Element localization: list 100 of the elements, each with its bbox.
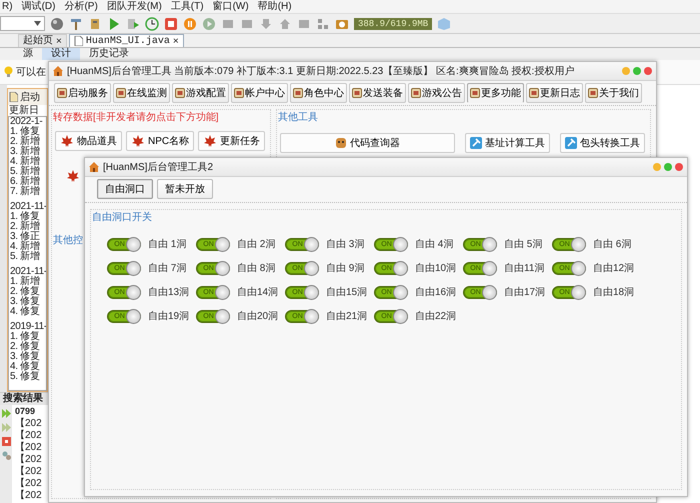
grid-icon[interactable] bbox=[316, 16, 330, 30]
result-line: 【202 bbox=[15, 454, 42, 465]
switch-label: 自由 6洞 bbox=[593, 238, 632, 251]
maximize-icon[interactable] bbox=[664, 163, 672, 171]
configuration-dropdown[interactable] bbox=[0, 16, 45, 31]
maple-leaf-icon bbox=[131, 134, 145, 148]
menu-item[interactable]: R) bbox=[2, 0, 13, 12]
menu-item[interactable]: 调试(D) bbox=[22, 0, 56, 12]
result-line: 【202 bbox=[15, 442, 42, 453]
switch-label: 自由16洞 bbox=[415, 286, 456, 299]
sphere-icon[interactable] bbox=[50, 16, 64, 30]
stop-icon[interactable] bbox=[164, 16, 178, 30]
view-tab[interactable]: 历史记录 bbox=[80, 48, 138, 60]
result-heading: 0799 bbox=[15, 405, 36, 417]
minimize-icon[interactable] bbox=[653, 163, 661, 171]
tool-button[interactable]: NPC名称 bbox=[126, 131, 194, 151]
maximize-icon[interactable] bbox=[633, 67, 641, 75]
group-title: 转存数据[非开发者请勿点击下方功能] bbox=[52, 110, 220, 125]
stop-icon[interactable] bbox=[2, 437, 10, 446]
panel-subtitle: 更新日 bbox=[8, 105, 40, 116]
switch-label: 自由 4洞 bbox=[415, 238, 454, 251]
result-line: 【202 bbox=[15, 490, 42, 501]
view-tab[interactable]: 设计 bbox=[42, 48, 80, 60]
double-arrow-icon[interactable] bbox=[2, 423, 10, 432]
window-title: [HuanMS]后台管理工具 当前版本:079 补丁版本:3.1 更新日期:2022.5.23【至臻版】 区名:爽爽冒险岛 授权:授权用户 bbox=[67, 64, 576, 78]
hammer-icon[interactable] bbox=[69, 16, 83, 30]
switch-label: 自由 1洞 bbox=[148, 238, 186, 251]
clock-icon[interactable] bbox=[145, 16, 159, 30]
tool-button[interactable]: 基址计算工具 bbox=[465, 133, 550, 153]
log-line: 1. 修复 bbox=[9, 127, 41, 137]
log-line: 1. 修复 bbox=[9, 332, 41, 342]
log-line: 2. 新增 bbox=[9, 222, 41, 232]
menu-item[interactable]: 团队开发(M) bbox=[106, 0, 162, 12]
cube-icon[interactable] bbox=[437, 16, 452, 30]
close-icon[interactable]: × bbox=[172, 36, 179, 46]
arrow-down-icon[interactable] bbox=[259, 16, 273, 30]
tool-button[interactable]: 代码查询器 bbox=[280, 133, 455, 153]
log-line: 4. 修复 bbox=[9, 362, 41, 372]
document-icon bbox=[9, 92, 18, 102]
switch-label: 自由 8洞 bbox=[237, 262, 276, 275]
toolbar-button[interactable]: 帐户中心 bbox=[231, 83, 288, 103]
play-icon[interactable] bbox=[107, 16, 121, 30]
tab[interactable]: 自由洞口 bbox=[97, 179, 153, 199]
pause-icon[interactable] bbox=[183, 16, 197, 30]
toolbar-button[interactable]: 关于我们 bbox=[585, 83, 642, 103]
log-line: 4. 新增 bbox=[9, 157, 41, 167]
switch-label: 自由 3洞 bbox=[326, 238, 364, 251]
switch-label: 自由 7洞 bbox=[148, 262, 186, 275]
menu-item[interactable]: 窗口(W) bbox=[212, 0, 249, 12]
toolbar-button[interactable]: 角色中心 bbox=[290, 83, 347, 103]
result-line: 【202 bbox=[15, 430, 42, 441]
result-line: 【202 bbox=[15, 466, 42, 477]
hammer-icon bbox=[565, 137, 577, 149]
menu-item[interactable]: 分析(P) bbox=[64, 0, 98, 12]
picture-icon bbox=[352, 88, 362, 98]
log-line: 3. 修复 bbox=[9, 352, 41, 362]
picture-icon bbox=[470, 88, 480, 98]
editor-tab[interactable]: HuanMS_UI.java × bbox=[68, 34, 184, 47]
minimize-icon[interactable] bbox=[622, 67, 630, 75]
debug-icon[interactable] bbox=[126, 16, 140, 30]
toolbar-button[interactable]: 启动服务 bbox=[54, 83, 111, 103]
tab-label: HuanMS_UI.java bbox=[86, 36, 170, 46]
toolbar-button[interactable]: 发送装备 bbox=[349, 83, 406, 103]
switch-label: 自由21洞 bbox=[326, 310, 368, 323]
switch-label: 自由 2洞 bbox=[237, 238, 276, 251]
menu-item[interactable]: 帮助(H) bbox=[258, 0, 292, 12]
menu-item[interactable]: 工具(T) bbox=[170, 0, 204, 12]
switch-label: 自由22洞 bbox=[415, 310, 456, 323]
maple-leaf-icon bbox=[60, 134, 74, 148]
group-title: 自由洞口开关 bbox=[91, 210, 153, 225]
log-line: 2. 修复 bbox=[9, 342, 41, 352]
log-line: 6. 新增 bbox=[9, 177, 41, 187]
editor-tab[interactable]: 起始页 × bbox=[18, 34, 67, 47]
close-icon[interactable] bbox=[675, 163, 683, 171]
toolbar-button[interactable]: 在线监测 bbox=[113, 83, 170, 103]
toolbar-button[interactable]: 游戏配置 bbox=[172, 83, 229, 103]
log-line: 5. 新增 bbox=[9, 252, 41, 262]
switch-label: 自由19洞 bbox=[148, 310, 190, 323]
toolbar-button[interactable]: 更多功能 bbox=[467, 83, 524, 103]
tool-button[interactable]: 物品道具 bbox=[55, 131, 122, 151]
arrow-up-icon[interactable] bbox=[278, 16, 292, 30]
tool-button[interactable]: 更新任务 bbox=[198, 131, 266, 151]
log-line: 3. 新增 bbox=[9, 147, 41, 157]
play-circle-icon[interactable] bbox=[202, 16, 216, 30]
memory-gauge[interactable]: 388.9/619.9MB bbox=[354, 18, 432, 30]
toolbar-button[interactable]: 游戏公告 bbox=[408, 83, 465, 103]
close-icon[interactable] bbox=[644, 67, 652, 75]
log-line: 2. 新增 bbox=[9, 137, 41, 147]
switch-label: 自由14洞 bbox=[237, 286, 278, 299]
tab[interactable]: 暂未开放 bbox=[157, 179, 213, 199]
picture-icon bbox=[175, 88, 185, 98]
close-icon[interactable]: × bbox=[56, 36, 62, 46]
view-tab[interactable]: 源 bbox=[14, 48, 42, 60]
picture-icon bbox=[293, 88, 303, 98]
house-icon bbox=[89, 162, 99, 172]
toolbar-button[interactable]: 更新日志 bbox=[526, 83, 583, 103]
file-icon bbox=[74, 36, 83, 46]
picture-icon bbox=[529, 88, 539, 98]
tool-button[interactable]: 包头转换工具 bbox=[560, 133, 645, 153]
double-arrow-icon[interactable] bbox=[2, 409, 10, 418]
